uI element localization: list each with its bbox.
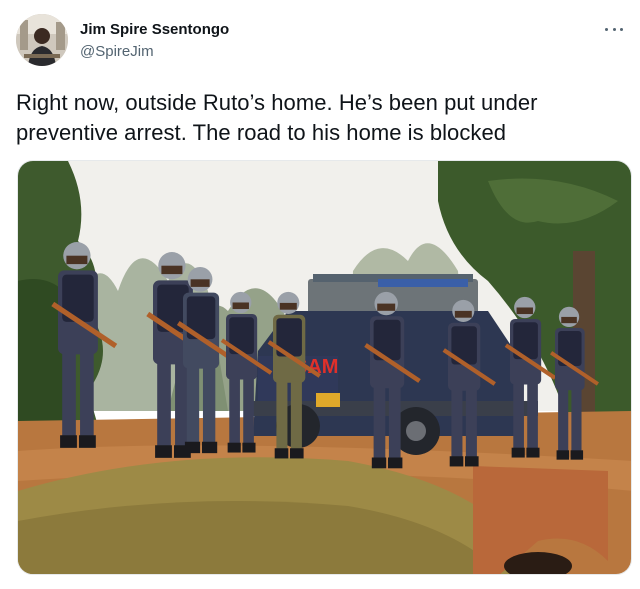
officer-part: [227, 442, 241, 453]
officer-part: [202, 366, 216, 445]
more-options-icon[interactable]: [602, 20, 626, 38]
officer-part: [66, 255, 88, 265]
officer-part: [276, 381, 288, 451]
officer-part: [570, 450, 584, 460]
author-handle[interactable]: @SpireJim: [80, 42, 229, 62]
officer-part: [377, 303, 396, 311]
officer-part: [157, 362, 171, 449]
officer-part: [449, 456, 464, 467]
officer-part: [62, 352, 76, 439]
officer-part: [511, 447, 525, 458]
officer-part: [60, 435, 77, 448]
officer-part: [290, 381, 302, 451]
author-avatar[interactable]: [16, 14, 68, 66]
officer-part: [371, 457, 387, 469]
officer-part: [571, 388, 582, 453]
officer-part: [161, 265, 183, 275]
officer-part: [274, 448, 289, 459]
officer-part: [373, 386, 386, 461]
officer-part: [242, 442, 256, 453]
officer-part: [454, 310, 472, 318]
officer-part: [513, 382, 524, 451]
officer-part: [465, 456, 479, 467]
tweet-card: Jim Spire Ssentongo @SpireJim Right now,…: [0, 0, 640, 589]
officer-part: [558, 388, 569, 453]
officer-part: [516, 307, 533, 315]
avatar-image: [16, 14, 68, 66]
author-block: Jim Spire Ssentongo @SpireJim: [80, 20, 229, 62]
photo-police-scene: SAM: [18, 161, 631, 574]
officer-part: [79, 435, 96, 448]
officer-part: [232, 302, 249, 310]
officer-part: [202, 441, 218, 454]
officer-part: [186, 366, 200, 445]
dot: [620, 27, 623, 31]
author-display-name[interactable]: Jim Spire Ssentongo: [80, 20, 229, 40]
officer-part: [279, 302, 297, 310]
officer-part: [527, 382, 538, 451]
officer-part: [229, 377, 240, 446]
officer-part: [190, 279, 210, 287]
officer-part: [187, 266, 213, 292]
officer-part: [243, 377, 254, 446]
officer-part: [184, 441, 201, 454]
dot: [612, 27, 616, 31]
officer-part: [451, 389, 463, 459]
officer-part: [465, 389, 477, 459]
dot: [605, 27, 608, 31]
officer-part: [388, 457, 403, 469]
tweet-text: Right now, outside Ruto’s home. He’s bee…: [16, 90, 538, 145]
officer-part: [556, 450, 570, 460]
officer-part: [80, 352, 94, 439]
officer-part: [155, 445, 172, 458]
officer-part: [175, 362, 189, 449]
officer-part: [558, 306, 580, 328]
tweet-photo[interactable]: SAM: [17, 160, 632, 575]
officer-part: [388, 386, 401, 461]
officer-part: [561, 316, 577, 324]
officer-part: [290, 448, 304, 459]
officer-part: [374, 291, 398, 316]
officer-part: [526, 447, 540, 458]
